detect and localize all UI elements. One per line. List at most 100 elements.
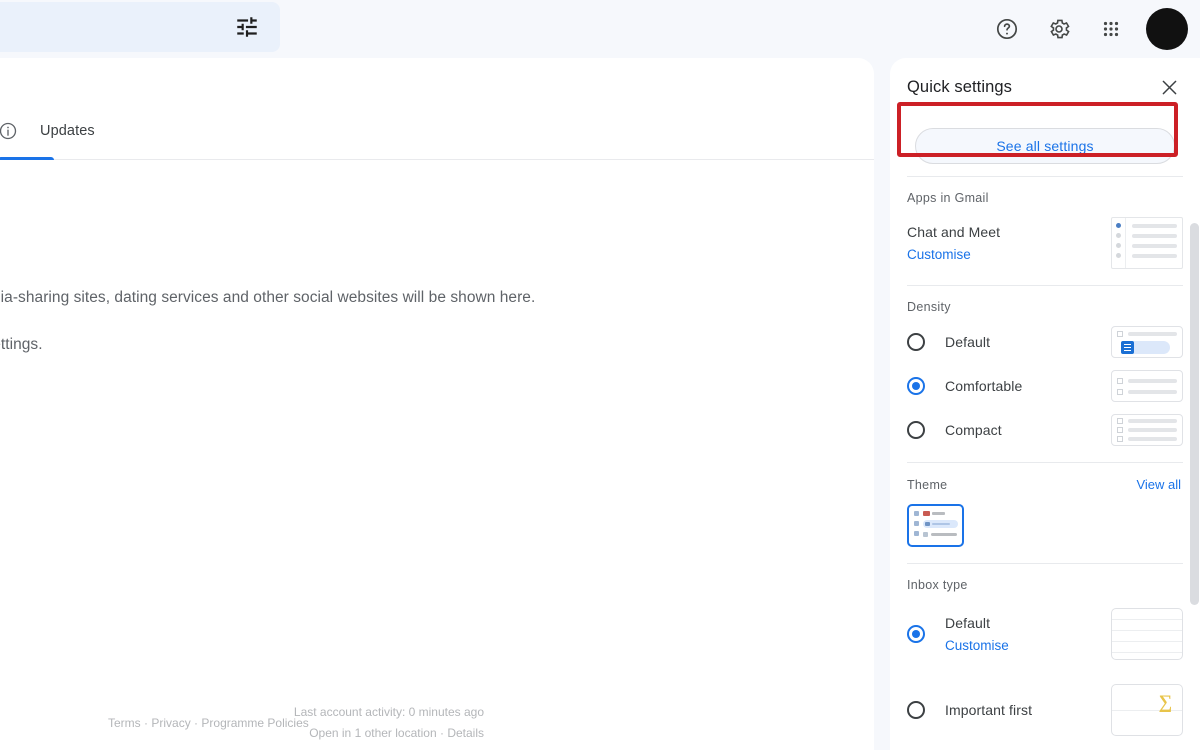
section-inbox-type: Inbox type Default Customise xyxy=(907,563,1183,750)
privacy-link[interactable]: Privacy xyxy=(151,716,190,730)
thumbnail-sidebar xyxy=(1112,218,1126,268)
inbox-type-default-thumbnail[interactable] xyxy=(1111,608,1183,660)
density-comfortable-label: Comfortable xyxy=(945,378,1111,394)
important-marker-icon: ∑ xyxy=(1158,693,1172,712)
close-icon[interactable] xyxy=(1156,74,1182,100)
theme-thumbnail-row xyxy=(923,532,958,537)
top-bar xyxy=(0,0,1200,58)
theme-thumbnail-sidebar xyxy=(911,508,922,543)
pencil-icon xyxy=(925,522,930,526)
gear-icon[interactable] xyxy=(1038,8,1080,50)
thumbnail-badge-row xyxy=(1117,341,1177,354)
quick-settings-title: Quick settings xyxy=(907,78,1156,97)
density-compact-radio[interactable] xyxy=(907,421,925,439)
section-inbox-type-header: Inbox type xyxy=(907,578,1183,592)
thumbnail-dot xyxy=(1116,233,1121,238)
theme-thumbnail-compose xyxy=(923,520,958,528)
empty-state: Your Social tab is empty. Messages from … xyxy=(0,160,874,354)
gmail-logo-icon xyxy=(923,511,930,516)
quick-settings-scrollbar[interactable] xyxy=(1190,223,1199,605)
row-chat-and-meet: Chat and Meet Customise xyxy=(907,217,1183,269)
density-default-radio[interactable] xyxy=(907,333,925,351)
thumbnail-row xyxy=(1117,436,1177,442)
section-theme-title: Theme xyxy=(907,478,947,492)
theme-options-row xyxy=(907,504,1183,547)
footer-separator-1: · xyxy=(144,716,148,730)
footer-links: Terms · Privacy · Programme Policies xyxy=(108,716,309,730)
tune-icon[interactable] xyxy=(234,14,260,40)
thumbnail-everything-else-section xyxy=(1112,711,1182,736)
thumbnail-checkbox xyxy=(1117,331,1123,337)
main-content: Updates Your Social tab is empty. Messag… xyxy=(0,58,874,750)
section-theme-header: Theme View all xyxy=(907,477,1183,492)
thumbnail-checkbox xyxy=(1117,378,1123,384)
thumbnail-line xyxy=(1132,254,1177,258)
empty-state-body: Messages from social networks, media-sha… xyxy=(0,284,564,311)
thumbnail-checkbox xyxy=(1117,418,1123,424)
last-account-activity: Last account activity: 0 minutes ago xyxy=(294,702,484,723)
density-compact-thumbnail[interactable] xyxy=(1111,414,1183,446)
apps-grid-icon[interactable] xyxy=(1090,8,1132,50)
search-bar[interactable] xyxy=(0,2,280,52)
density-option-compact[interactable]: Compact xyxy=(907,414,1183,446)
details-link[interactable]: Details xyxy=(447,726,484,740)
thumbnail-line xyxy=(1132,224,1177,228)
density-option-comfortable[interactable]: Comfortable xyxy=(907,370,1183,402)
see-all-settings-button[interactable]: See all settings xyxy=(915,128,1175,164)
thumbnail-line xyxy=(1128,390,1177,394)
quick-settings-scroll-area: Apps in Gmail Chat and Meet Customise xyxy=(890,176,1200,750)
terms-link[interactable]: Terms xyxy=(108,716,141,730)
thumbnail-row xyxy=(1117,418,1177,424)
avatar[interactable] xyxy=(1146,8,1188,50)
inbox-type-default-radio[interactable] xyxy=(907,625,925,643)
section-apps-title: Apps in Gmail xyxy=(907,191,989,205)
thumbnail-icon xyxy=(923,532,928,537)
inbox-tabs: Updates xyxy=(0,58,874,160)
inbox-type-option-important-first[interactable]: Important first ∑ xyxy=(907,684,1183,736)
chat-and-meet-customise-link[interactable]: Customise xyxy=(907,247,1111,262)
inbox-type-option-default[interactable]: Default Customise xyxy=(907,608,1183,660)
thumbnail-line xyxy=(931,533,957,536)
density-option-default[interactable]: Default xyxy=(907,326,1183,358)
thumbnail-dot xyxy=(1116,243,1121,248)
help-circle-icon[interactable] xyxy=(986,8,1028,50)
empty-state-title: Your Social tab is empty. xyxy=(0,240,874,262)
theme-view-all-link[interactable]: View all xyxy=(1136,477,1181,492)
empty-state-hint: To add or remove tabs, click inbox setti… xyxy=(0,336,874,354)
density-comfortable-radio[interactable] xyxy=(907,377,925,395)
section-inbox-type-title: Inbox type xyxy=(907,578,968,592)
theme-thumbnail-brand xyxy=(923,511,958,516)
see-all-settings-wrap: See all settings xyxy=(890,116,1200,176)
footer-separator-2: · xyxy=(194,716,198,730)
section-density: Density Default xyxy=(907,285,1183,462)
thumbnail-line xyxy=(932,523,950,526)
quick-settings-header: Quick settings xyxy=(890,58,1200,116)
thumbnail-line xyxy=(1128,332,1177,336)
inbox-type-important-first-label: Important first xyxy=(945,702,1111,718)
tab-updates-label: Updates xyxy=(40,123,95,139)
chat-and-meet-text: Chat and Meet Customise xyxy=(907,224,1111,262)
inbox-type-important-first-radio[interactable] xyxy=(907,701,925,719)
programme-policies-link[interactable]: Programme Policies xyxy=(201,716,308,730)
top-bar-actions xyxy=(986,8,1188,50)
thumbnail-row xyxy=(1117,427,1177,433)
density-comfortable-thumbnail[interactable] xyxy=(1111,370,1183,402)
quick-settings-panel: Quick settings See all settings Apps in … xyxy=(890,58,1200,750)
inbox-type-default-text: Default Customise xyxy=(945,615,1111,653)
chat-and-meet-thumbnail[interactable] xyxy=(1111,217,1183,269)
density-default-thumbnail[interactable] xyxy=(1111,326,1183,358)
thumbnail-line xyxy=(1132,234,1177,238)
inbox-type-important-first-thumbnail[interactable]: ∑ xyxy=(1111,684,1183,736)
inbox-type-default-customise-link[interactable]: Customise xyxy=(945,638,1111,653)
thumbnail-badge-icon xyxy=(1121,341,1134,354)
chat-and-meet-label: Chat and Meet xyxy=(907,224,1000,240)
section-density-title: Density xyxy=(907,300,951,314)
tab-updates[interactable]: Updates xyxy=(0,103,121,159)
thumbnail-checkbox xyxy=(1117,427,1123,433)
thumbnail-line xyxy=(1128,437,1177,441)
thumbnail-icon xyxy=(914,521,919,526)
theme-thumbnail-default[interactable] xyxy=(907,504,964,547)
theme-thumbnail-body xyxy=(922,508,960,543)
inbox-type-default-label: Default xyxy=(945,615,990,631)
thumbnail-line xyxy=(1128,419,1177,423)
